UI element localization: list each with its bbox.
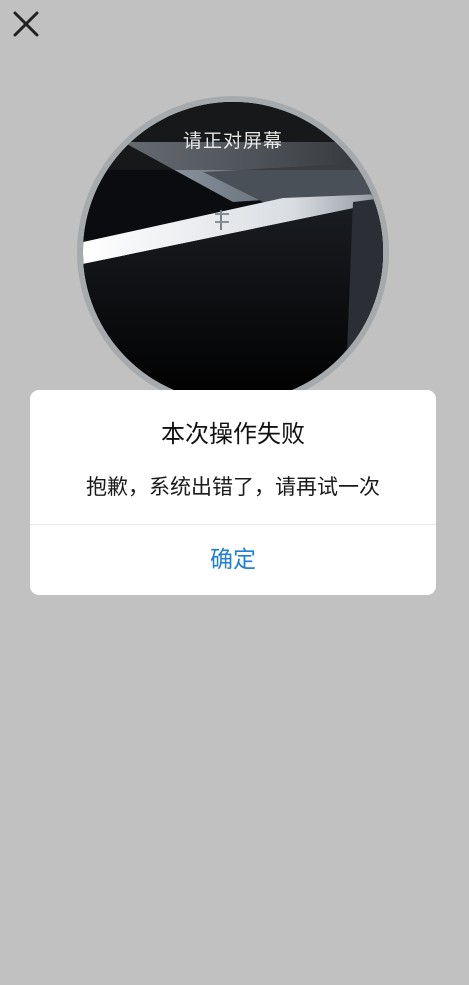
dialog-message: 抱歉，系统出错了，请再试一次 (86, 475, 380, 499)
confirm-button[interactable]: 确定 (30, 525, 436, 595)
camera-hint: 请正对屏幕 (182, 130, 283, 152)
camera-preview: 请正对屏幕 (83, 102, 383, 402)
dialog-title: 本次操作失败 (161, 420, 305, 448)
error-dialog: 本次操作失败 抱歉，系统出错了，请再试一次 确定 (30, 390, 436, 595)
camera-frame-ring: 请正对屏幕 (77, 96, 389, 408)
face-verification-screen: 请正对屏幕 本次操作失败 抱歉，系统出错了，请再试一次 确定 (0, 0, 469, 985)
close-icon (10, 8, 42, 40)
close-button[interactable] (10, 8, 42, 40)
